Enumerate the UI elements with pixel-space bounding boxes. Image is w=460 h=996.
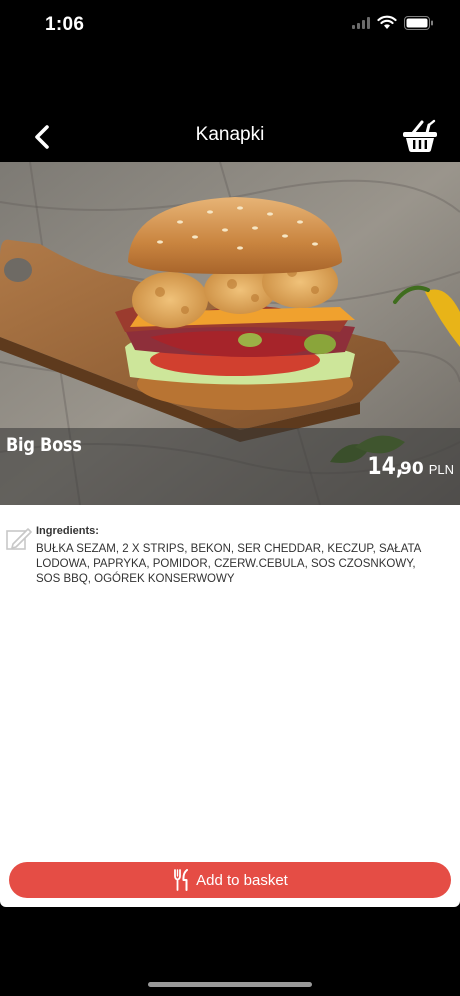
details-panel: Ingredients: BUŁKA SEZAM, 2 X STRIPS, BE… [0,505,460,907]
product-image: Big Boss 14, 90 PLN [0,162,460,505]
add-to-basket-label: Add to basket [196,871,288,889]
nav-bar: Kanapki [0,112,460,162]
ingredients-text: BUŁKA SEZAM, 2 X STRIPS, BEKON, SER CHED… [36,543,421,585]
edit-note-icon [6,528,32,550]
battery-icon [404,15,433,30]
cutlery-icon [174,869,189,891]
signal-icon [352,16,370,29]
product-price: 14, 90 PLN [361,452,454,480]
status-icons [352,15,434,30]
basket-button[interactable] [400,117,440,155]
ingredients-heading: Ingredients: [36,525,99,537]
status-bar: 1:06 [0,0,460,50]
home-indicator[interactable] [148,982,312,987]
add-to-basket-button[interactable]: Add to basket [9,862,451,898]
wifi-icon [377,15,397,29]
status-time: 1:06 [45,14,85,35]
product-name: Big Boss [6,434,82,456]
price-currency: PLN [428,462,454,477]
page-title: Kanapki [195,124,265,145]
basket-icon [403,119,437,152]
price-decimal: 90 [400,459,424,479]
price-integer: 14, [366,452,404,480]
